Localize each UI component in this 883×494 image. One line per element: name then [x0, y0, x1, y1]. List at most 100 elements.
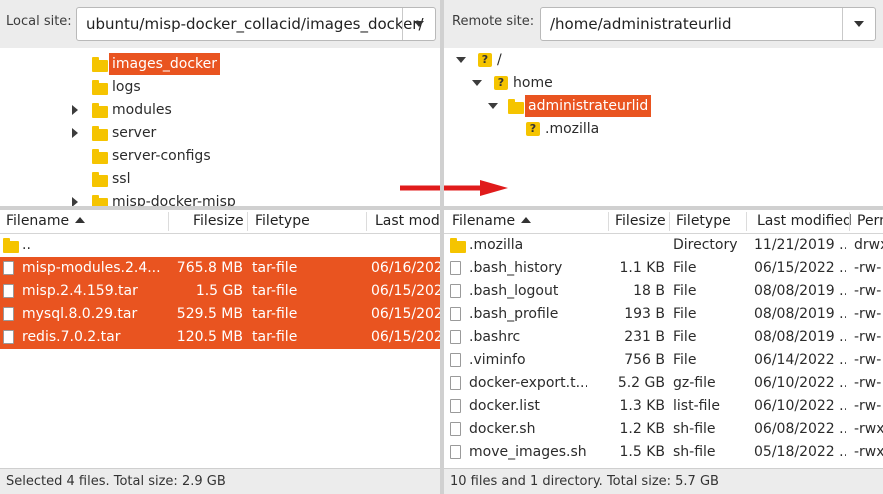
- local-tree-item-label: logs: [112, 79, 141, 95]
- collapse-arrow-icon[interactable]: [488, 103, 498, 109]
- column-filetype[interactable]: Filetype: [255, 213, 310, 229]
- file-name: ..: [22, 237, 31, 253]
- remote-tree-item[interactable]: ? /: [444, 49, 883, 71]
- local-file-row[interactable]: redis.7.0.2.tar 120.5 MB tar-file 06/15/202…: [0, 326, 440, 349]
- remote-file-row[interactable]: docker.list 1.3 KB list-file 06/10/2022 ...…: [444, 395, 883, 418]
- remote-tree-item[interactable]: ? .mozilla: [444, 118, 883, 140]
- remote-tree-item[interactable]: ? home: [444, 72, 883, 94]
- file-date: 08/08/2019 ...: [754, 306, 846, 322]
- column-filetype[interactable]: Filetype: [676, 213, 731, 229]
- expand-arrow-icon[interactable]: [72, 128, 78, 138]
- column-last-modified[interactable]: Last mod: [375, 213, 440, 229]
- remote-file-row[interactable]: docker-export.t... 5.2 GB gz-file 06/10/202…: [444, 372, 883, 395]
- local-file-row[interactable]: misp.2.4.159.tar 1.5 GB tar-file 06/15/2022: [0, 280, 440, 303]
- file-name: .viminfo: [469, 352, 526, 368]
- remote-status-text: 10 files and 1 directory. Total size: 5.…: [450, 474, 719, 489]
- sort-ascending-icon: [75, 217, 86, 223]
- remote-file-row[interactable]: .bash_logout 18 B File 08/08/2019 ... -rw-: [444, 280, 883, 303]
- local-tree-item-label: ssl: [112, 171, 131, 187]
- file-permissions: -rwx: [854, 444, 883, 460]
- file-size: 1.5 KB: [619, 444, 666, 460]
- remote-site-path-combo[interactable]: /home/administrateurlid: [540, 7, 876, 41]
- local-tree-item[interactable]: misp-docker-misp: [0, 191, 440, 206]
- expand-arrow-icon[interactable]: [72, 197, 78, 206]
- local-directory-tree[interactable]: images_dockerlogs modules server server-con…: [0, 48, 440, 206]
- column-filename[interactable]: Filename: [6, 213, 86, 229]
- file-name: .bash_logout: [469, 283, 559, 299]
- file-size: 1.5 GB: [195, 283, 243, 299]
- file-date: 08/08/2019 ...: [754, 283, 846, 299]
- file-icon: [3, 261, 14, 275]
- local-file-list[interactable]: .. misp-modules.2.4.... 765.8 MB tar-file 06…: [0, 234, 440, 468]
- local-file-list-header: Filename Filesize Filetype Last mod: [0, 210, 440, 234]
- file-date: 06/10/2022 ...: [754, 375, 846, 391]
- file-type: tar-file: [252, 329, 298, 345]
- file-date: 06/15/2022: [371, 329, 440, 345]
- local-tree-item[interactable]: server: [0, 122, 440, 144]
- local-site-path-input[interactable]: ubuntu/misp-docker_collacid/images_docke…: [86, 15, 424, 33]
- local-tree-item[interactable]: server-configs: [0, 145, 440, 167]
- remote-file-row[interactable]: .bash_profile 193 B File 08/08/2019 ... -rw-: [444, 303, 883, 326]
- local-site-label: Local site:: [6, 14, 72, 29]
- local-site-bar: Local site: ubuntu/misp-docker_collacid/…: [0, 0, 440, 48]
- remote-file-row[interactable]: docker.sh 1.2 KB sh-file 06/08/2022 ... -rwx: [444, 418, 883, 441]
- local-file-row[interactable]: ..: [0, 234, 440, 257]
- file-name: redis.7.0.2.tar: [22, 329, 121, 345]
- folder-icon: [508, 99, 524, 114]
- file-size: 18 B: [633, 283, 665, 299]
- remote-file-row[interactable]: .viminfo 756 B File 06/14/2022 ... -rw-: [444, 349, 883, 372]
- local-tree-item[interactable]: modules: [0, 99, 440, 121]
- local-site-path-combo[interactable]: ubuntu/misp-docker_collacid/images_docke…: [76, 7, 436, 41]
- remote-file-list[interactable]: .mozilla Directory 11/21/2019 ... drwx .bash…: [444, 234, 883, 468]
- local-tree-item-label: server-configs: [112, 148, 211, 164]
- file-name: mysql.8.0.29.tar: [22, 306, 138, 322]
- file-permissions: -rw-: [854, 329, 882, 345]
- column-last-modified[interactable]: Last modified: [757, 213, 852, 229]
- file-icon: [450, 330, 461, 344]
- column-filename[interactable]: Filename: [452, 213, 532, 229]
- local-file-row[interactable]: misp-modules.2.4.... 765.8 MB tar-file 06/1…: [0, 257, 440, 280]
- chevron-down-icon[interactable]: [402, 8, 435, 40]
- file-date: 06/15/2022: [371, 283, 440, 299]
- file-permissions: -rw-: [854, 375, 882, 391]
- column-filesize[interactable]: Filesize: [615, 213, 666, 229]
- file-type: File: [673, 283, 697, 299]
- local-tree-item[interactable]: ssl: [0, 168, 440, 190]
- expand-arrow-icon[interactable]: [72, 105, 78, 115]
- local-file-row[interactable]: mysql.8.0.29.tar 529.5 MB tar-file 06/15/20…: [0, 303, 440, 326]
- file-permissions: drwx: [854, 237, 883, 253]
- file-size: 765.8 MB: [176, 260, 243, 276]
- column-filesize[interactable]: Filesize: [193, 213, 244, 229]
- remote-site-path-input[interactable]: /home/administrateurlid: [550, 15, 732, 33]
- column-permissions[interactable]: Permissions: [857, 213, 883, 229]
- collapse-arrow-icon[interactable]: [456, 57, 466, 63]
- file-name: .bashrc: [469, 329, 521, 345]
- remote-tree-item[interactable]: administrateurlid: [444, 95, 883, 117]
- file-type: tar-file: [252, 306, 298, 322]
- remote-file-row[interactable]: move_images.sh 1.5 KB sh-file 05/18/2022 ..…: [444, 441, 883, 464]
- file-date: 06/10/2022 ...: [754, 398, 846, 414]
- file-icon: [450, 445, 461, 459]
- file-type: sh-file: [673, 421, 716, 437]
- local-tree-item[interactable]: logs: [0, 76, 440, 98]
- local-tree-item-label: server: [112, 125, 157, 141]
- file-permissions: -rw-: [854, 398, 882, 414]
- remote-file-row[interactable]: .bashrc 231 B File 08/08/2019 ... -rw-: [444, 326, 883, 349]
- chevron-down-icon[interactable]: [842, 8, 875, 40]
- remote-tree-item-label: .mozilla: [545, 121, 600, 137]
- file-icon: [450, 376, 461, 390]
- folder-icon: [92, 172, 108, 187]
- remote-file-row[interactable]: .bash_history 1.1 KB File 06/15/2022 ... -rw…: [444, 257, 883, 280]
- file-permissions: -rwx: [854, 421, 883, 437]
- remote-site-bar: Remote site: /home/administrateurlid: [444, 0, 883, 48]
- unknown-folder-icon: ?: [494, 76, 508, 90]
- remote-file-row[interactable]: .mozilla Directory 11/21/2019 ... drwx: [444, 234, 883, 257]
- file-date: 06/15/2022: [371, 306, 440, 322]
- remote-site-label: Remote site:: [452, 14, 535, 29]
- file-type: File: [673, 260, 697, 276]
- file-type: list-file: [673, 398, 720, 414]
- file-permissions: -rw-: [854, 260, 882, 276]
- file-type: gz-file: [673, 375, 716, 391]
- collapse-arrow-icon[interactable]: [472, 80, 482, 86]
- local-tree-item[interactable]: images_docker: [0, 53, 440, 75]
